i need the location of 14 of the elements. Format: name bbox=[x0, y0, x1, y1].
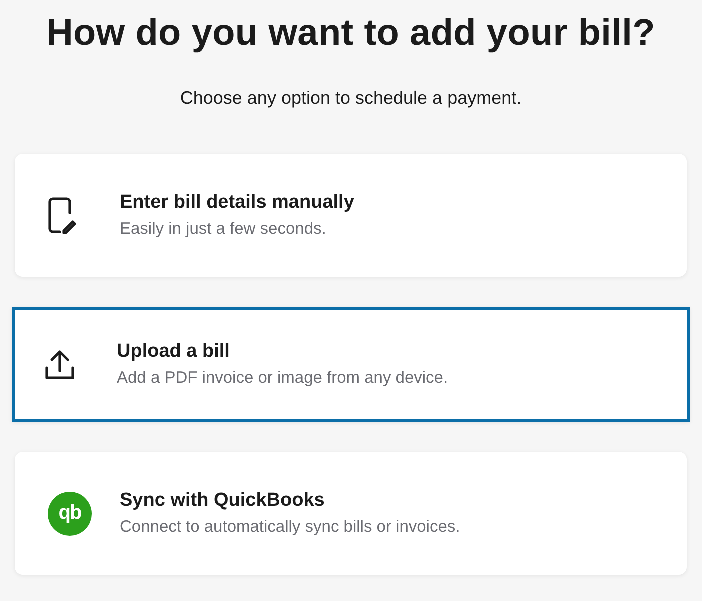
option-card[interactable]: Enter bill details manually Easily in just a few seconds. bbox=[15, 154, 687, 277]
option-description: Connect to automatically sync bills or invoices. bbox=[120, 518, 460, 537]
page-subtitle: Choose any option to schedule a payment. bbox=[180, 88, 522, 109]
option-title: Sync with QuickBooks bbox=[120, 490, 326, 512]
option-card[interactable]: qb Sync with QuickBooks Connect to automatically sync bills or invoices. bbox=[15, 452, 687, 575]
page-title: How do you want to add your bill? bbox=[46, 12, 656, 54]
upload-icon bbox=[45, 348, 75, 380]
option-title: Upload a bill bbox=[117, 341, 231, 363]
document-pencil-icon bbox=[48, 196, 76, 234]
option-title: Enter bill details manually bbox=[120, 192, 354, 214]
option-card[interactable]: Upload a bill Add a PDF invoice or image from any device. bbox=[12, 307, 690, 422]
option-description: Easily in just a few seconds. bbox=[120, 220, 328, 239]
quickbooks-logo: qb bbox=[48, 492, 92, 536]
option-description: Add a PDF invoice or image from any device. bbox=[117, 369, 448, 388]
